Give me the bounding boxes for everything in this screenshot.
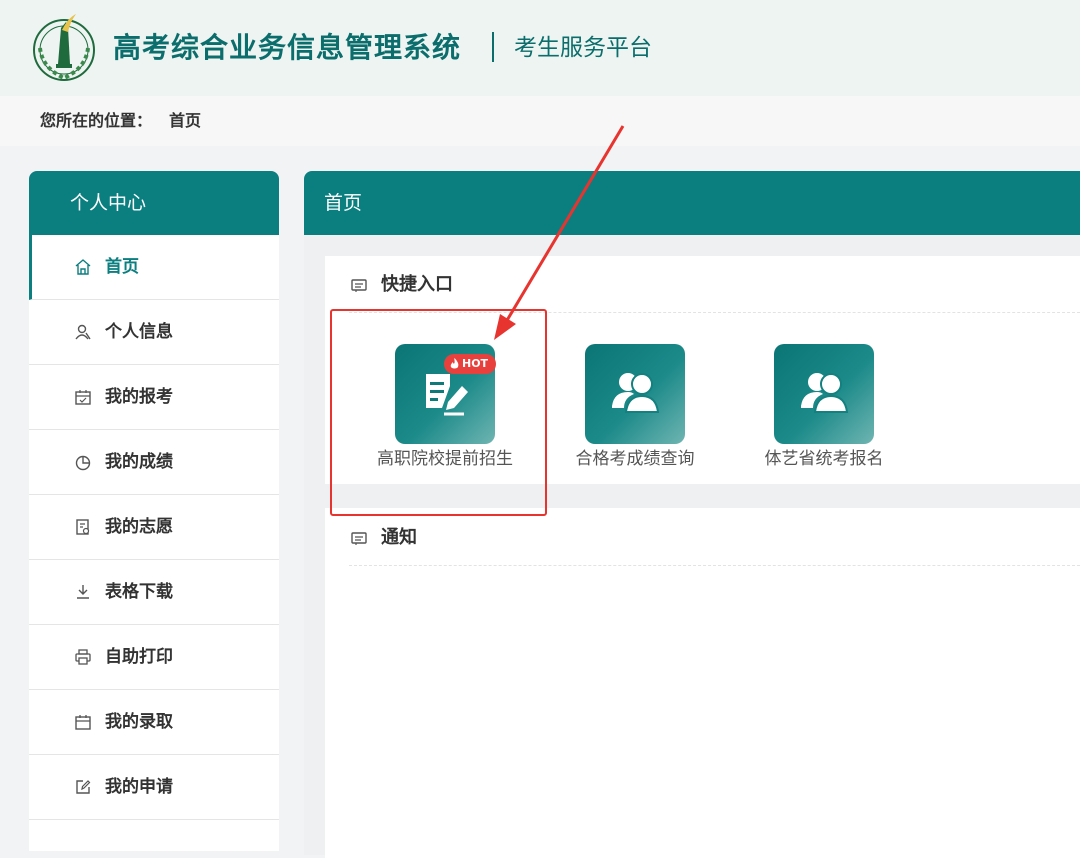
users-icon [612, 373, 660, 413]
sidebar-item-my-registration[interactable]: 我的报考 [29, 365, 279, 430]
shortcut-arts-sports-exam-registration[interactable]: 体艺省统考报名 [739, 344, 909, 474]
system-title: 高考综合业务信息管理系统 [113, 31, 462, 64]
sidebar: 个人中心 首页 个人信息 我的报考 我的成绩 我的志愿 表格下载 自助打印 我的… [29, 171, 279, 851]
sidebar-item-label: 我的录取 [105, 712, 173, 732]
shortcut-proficiency-score-query[interactable]: 合格考成绩查询 [550, 344, 720, 474]
emblem-logo-icon [33, 14, 95, 81]
home-icon [75, 259, 91, 275]
sidebar-item-self-print[interactable]: 自助打印 [29, 625, 279, 690]
sidebar-item-my-preferences[interactable]: 我的志愿 [29, 495, 279, 560]
sidebar-item-label: 我的报考 [105, 387, 173, 407]
message-icon [351, 532, 367, 545]
sidebar-item-my-applications[interactable]: 我的申请 [29, 755, 279, 820]
notice-card: 通知 [325, 508, 1080, 858]
sidebar-item-personal-info[interactable]: 个人信息 [29, 300, 279, 365]
calendar-check-icon [75, 390, 91, 405]
sidebar-item-label: 自助打印 [105, 647, 173, 667]
download-icon [77, 585, 89, 599]
users-icon [801, 373, 849, 413]
sidebar-item-my-scores[interactable]: 我的成绩 [29, 430, 279, 495]
sidebar-item-label: 我的志愿 [105, 517, 173, 537]
breadcrumb: 您所在的位置： 首页 [0, 96, 1080, 146]
sidebar-item-label: 我的申请 [105, 777, 173, 797]
printer-icon [75, 649, 91, 665]
document-icon [76, 519, 90, 535]
notice-title: 通知 [381, 527, 417, 548]
sidebar-item-my-admission[interactable]: 我的录取 [29, 690, 279, 755]
calendar-icon [75, 715, 91, 730]
sidebar-item-home[interactable]: 首页 [29, 235, 279, 300]
platform-title: 考生服务平台 [514, 35, 652, 61]
sidebar-item-label: 表格下载 [105, 582, 173, 602]
shortcut-label: 体艺省统考报名 [764, 449, 884, 469]
pie-chart-icon [75, 455, 91, 471]
sidebar-item-label: 首页 [105, 257, 139, 277]
sidebar-item-label: 我的成绩 [105, 452, 173, 472]
title-divider [492, 32, 494, 62]
message-icon [351, 279, 367, 292]
header: 高考综合业务信息管理系统 考生服务平台 [0, 0, 1080, 96]
user-icon [75, 324, 91, 340]
shortcut-label: 合格考成绩查询 [575, 449, 695, 469]
shortcut-tile [774, 344, 874, 444]
edit-icon [76, 780, 91, 794]
sidebar-heading: 个人中心 [29, 171, 279, 235]
sidebar-item-form-download[interactable]: 表格下载 [29, 560, 279, 625]
breadcrumb-label: 您所在的位置： [40, 111, 153, 130]
main-heading: 首页 [304, 171, 1080, 235]
shortcut-tile [585, 344, 685, 444]
section-divider [349, 565, 1080, 566]
breadcrumb-current[interactable]: 首页 [169, 110, 201, 132]
quick-entry-title: 快捷入口 [381, 274, 453, 295]
annotation-highlight-box [330, 309, 547, 516]
sidebar-item-label: 个人信息 [105, 322, 173, 342]
